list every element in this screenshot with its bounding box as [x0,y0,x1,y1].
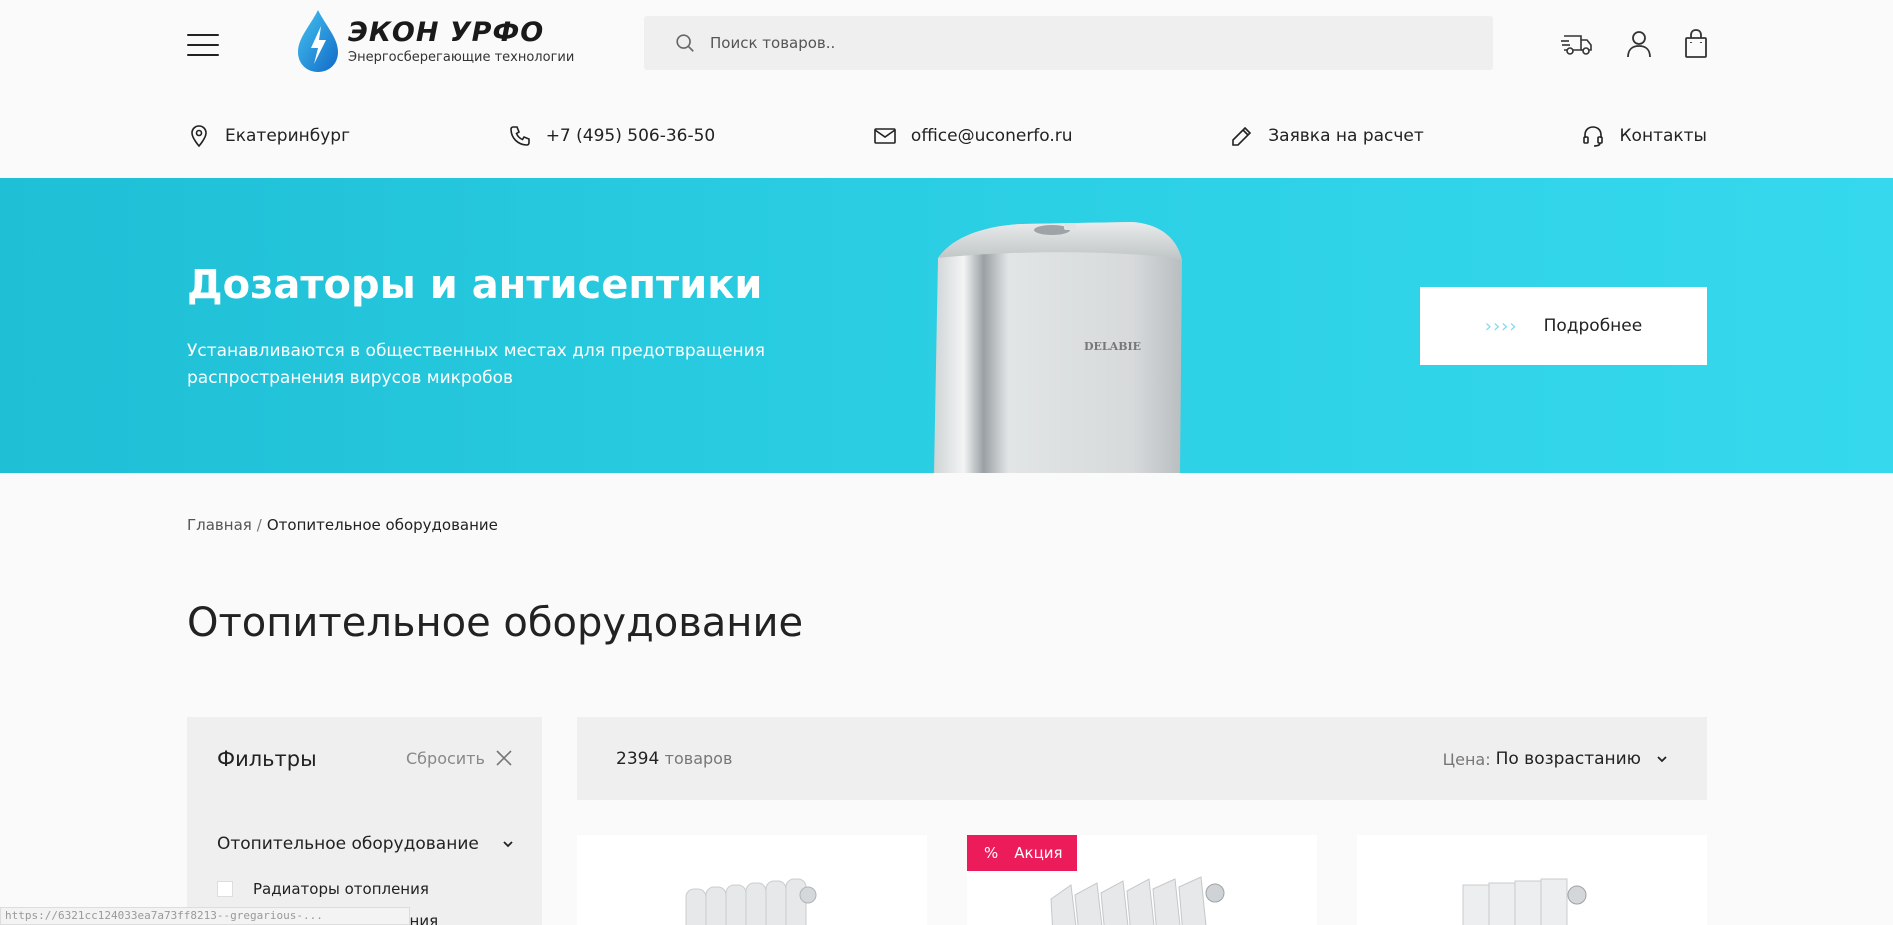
product-count-value: 2394 [616,749,660,769]
breadcrumb-separator: / [256,516,262,534]
arrows-icon: ›››› [1484,315,1518,337]
breadcrumb-current: Отопительное оборудование [266,516,498,534]
search-input[interactable] [710,34,1410,52]
product-card[interactable]: % Акция [967,835,1317,925]
contact-request[interactable]: Заявка на расчет [1230,124,1424,148]
contacts-bar: Екатеринбург +7 (495) 506-36-50 office@u… [187,118,1707,154]
soap-dispenser-image: DELABIE [934,222,1182,473]
contact-city-label: Екатеринбург [225,126,351,146]
breadcrumb-home-link[interactable]: Главная [187,516,252,534]
contact-phone-label: +7 (495) 506-36-50 [545,126,716,146]
listing-toolbar: 2394 товаров Цена: По возрастанию [577,717,1707,800]
headset-icon [1583,126,1604,147]
filter-option-label: Радиаторы отопления [253,880,429,898]
contact-email-label: office@uconerfo.ru [910,126,1073,146]
status-bar-url: https://6321cc124033ea7a73ff8213--gregar… [0,907,410,925]
sort-value: По возрастанию [1495,749,1641,769]
sale-badge: % Акция [967,835,1077,871]
dispenser-brand-text: DELABIE [1084,340,1141,353]
filters-reset-button[interactable]: Сбросить [406,749,485,768]
chevron-down-icon [1657,756,1667,763]
percent-icon: % [984,844,999,862]
radiator-image [685,878,817,925]
banner-text: Устанавливаются в общественных местах дл… [187,341,765,388]
banner-more-button[interactable]: ›››› Подробнее [1420,287,1707,365]
sale-badge-label: Акция [1014,844,1063,862]
logo-title: ЭКОН УРФО [348,16,545,48]
filter-category-label: Отопительное оборудование [217,834,479,854]
promo-banner: Дозаторы и антисептики Устанавливаются в… [0,178,1893,473]
logo[interactable]: ЭКОН УРФО Энергосберегающие технологии [296,8,574,74]
pencil-icon [1232,126,1252,146]
logo-subtitle: Энергосберегающие технологии [348,49,575,65]
product-card[interactable] [577,835,927,925]
site-header: ЭКОН УРФО Энергосберегающие технологии Е… [0,0,1893,178]
contact-phone[interactable]: +7 (495) 506-36-50 [508,124,716,148]
product-count-unit: товаров [664,749,733,768]
contact-request-label: Заявка на расчет [1268,126,1424,146]
location-pin-icon [191,125,207,148]
radiator-image [1462,878,1587,925]
mail-icon [874,128,896,144]
user-icon[interactable] [1622,27,1656,61]
close-icon[interactable] [495,749,513,767]
chevron-down-icon [503,841,513,848]
banner-button-label: Подробнее [1543,316,1643,336]
logo-drop-icon [298,10,338,72]
product-count: 2394 товаров [616,749,732,769]
contact-city[interactable]: Екатеринбург [187,124,350,148]
sort-dropdown[interactable]: Цена: По возрастанию [1443,749,1669,769]
contact-contacts-label: Контакты [1619,126,1707,146]
breadcrumb: Главная / Отопительное оборудование [187,516,498,534]
filters-panel: Фильтры Сбросить Отопительное оборудован… [187,717,542,925]
search-icon[interactable] [674,32,696,54]
product-card[interactable] [1357,835,1707,925]
sort-label: Цена: [1442,749,1491,769]
radiator-image [1050,876,1225,925]
phone-icon [509,126,530,146]
checkbox[interactable] [217,881,233,897]
banner-title: Дозаторы и антисептики [187,262,763,308]
contact-contacts[interactable]: Контакты [1581,124,1707,148]
filter-option[interactable]: Радиаторы отопления [217,880,429,898]
contact-email[interactable]: office@uconerfo.ru [873,124,1073,148]
delivery-truck-icon[interactable] [1560,27,1594,61]
filter-category-toggle[interactable]: Отопительное оборудование [217,834,515,854]
page-title: Отопительное оборудование [187,600,804,646]
filters-title: Фильтры [217,747,317,771]
search-bar [644,16,1493,70]
shopping-bag-icon[interactable] [1679,27,1713,61]
menu-burger-button[interactable] [187,34,219,56]
